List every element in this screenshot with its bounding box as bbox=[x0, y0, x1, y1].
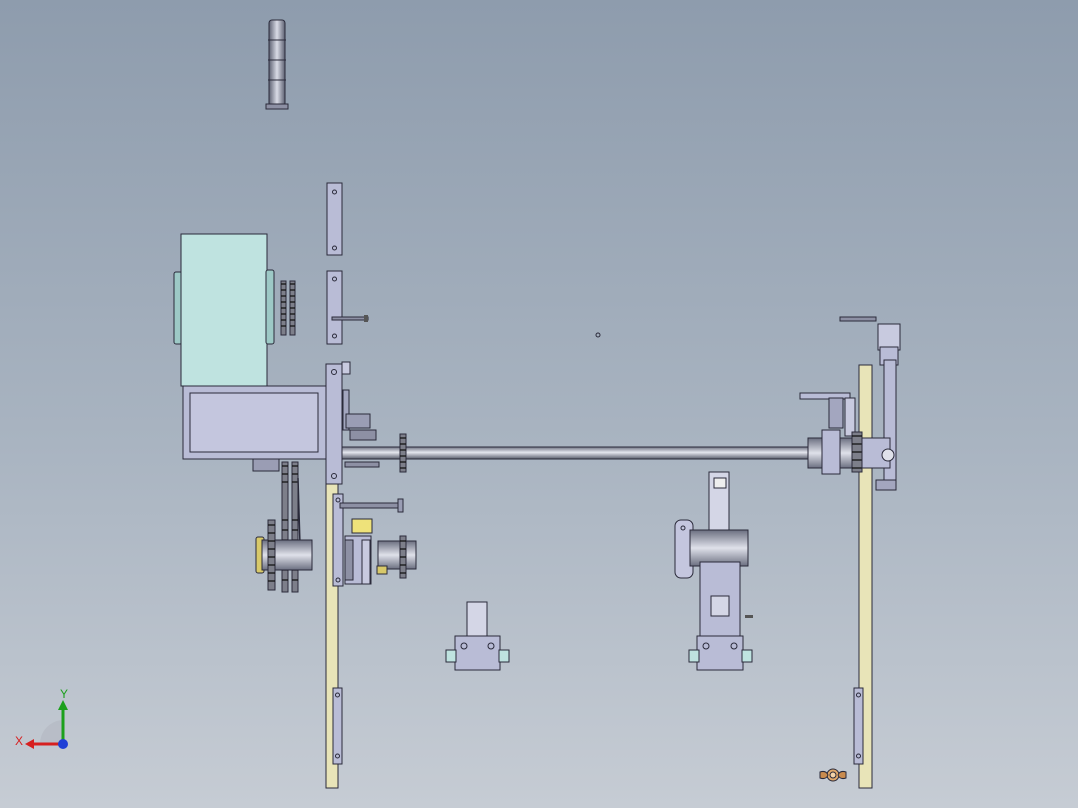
coordinate-triad-icon: Y X bbox=[15, 687, 68, 749]
center-reference-point bbox=[595, 332, 601, 338]
left-lower-plate[interactable] bbox=[326, 270, 369, 345]
left-upper-plate[interactable] bbox=[326, 182, 343, 256]
right-vertical-frame[interactable] bbox=[853, 364, 873, 789]
triad-y-label: Y bbox=[60, 687, 68, 701]
assembly-drawing[interactable]: Y X bbox=[0, 0, 1078, 808]
drive-motor[interactable] bbox=[173, 233, 275, 387]
motor-sprocket[interactable] bbox=[280, 280, 296, 336]
top-cylinder-part[interactable] bbox=[265, 19, 289, 110]
wing-nut-icon[interactable] bbox=[819, 768, 847, 782]
chain-drive-assembly[interactable] bbox=[255, 461, 313, 593]
right-shaft-coupling[interactable] bbox=[807, 429, 895, 475]
tensioner-assembly[interactable] bbox=[332, 493, 417, 587]
triad-x-label: X bbox=[15, 734, 23, 748]
main-shaft[interactable] bbox=[341, 433, 813, 473]
center-bracket-assembly[interactable] bbox=[674, 471, 753, 671]
gearbox[interactable] bbox=[182, 385, 330, 472]
bearing-block-left[interactable] bbox=[445, 601, 510, 671]
cad-viewport[interactable]: Y X bbox=[0, 0, 1078, 808]
